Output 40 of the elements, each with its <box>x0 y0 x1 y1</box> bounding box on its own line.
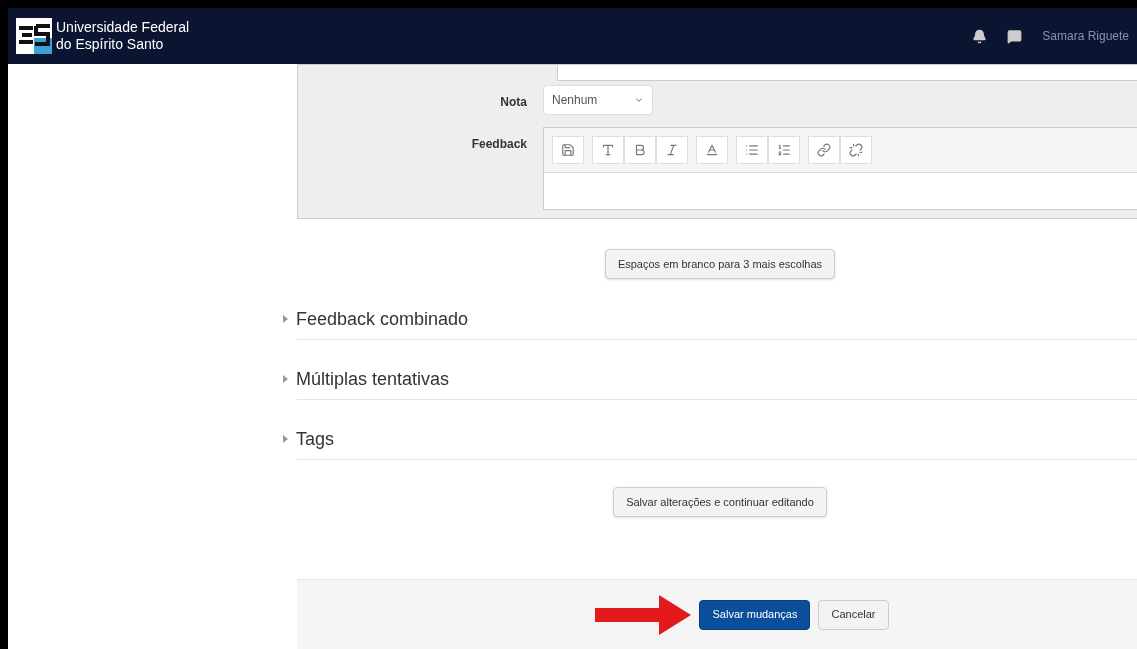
text-style-button[interactable] <box>592 136 624 164</box>
link-icon <box>817 143 831 157</box>
notification-bell-icon[interactable] <box>972 28 988 44</box>
italic-button[interactable] <box>656 136 688 164</box>
numbered-list-icon <box>777 143 791 157</box>
unlink-button[interactable] <box>840 136 872 164</box>
link-button[interactable] <box>808 136 840 164</box>
answer-field[interactable] <box>557 65 1137 81</box>
section-toggle[interactable]: Tags <box>283 419 1137 459</box>
grade-select[interactable]: Nenhum <box>543 85 653 115</box>
add-choices-button[interactable]: Espaços em branco para 3 mais escolhas <box>604 249 836 279</box>
logo-icon <box>16 18 52 54</box>
bullet-list-button[interactable] <box>736 136 768 164</box>
save-icon <box>561 143 575 157</box>
save-button[interactable]: Salvar mudanças <box>699 599 811 630</box>
numbered-list-button[interactable] <box>768 136 800 164</box>
cancel-button[interactable]: Cancelar <box>818 599 889 630</box>
university-logo[interactable]: Universidade Federal do Espírito Santo <box>16 18 206 54</box>
font-color-icon <box>705 143 719 157</box>
messages-icon[interactable] <box>1007 28 1023 44</box>
bold-icon <box>633 143 647 157</box>
save-continue-button[interactable]: Salvar alterações e continuar editando <box>613 487 827 517</box>
caret-right-icon <box>283 375 288 383</box>
bold-button[interactable] <box>624 136 656 164</box>
caret-right-icon <box>283 435 288 443</box>
arrow-icon <box>595 594 692 635</box>
logo-text: Universidade Federal do Espírito Santo <box>56 19 191 53</box>
dropdown-icon <box>634 95 644 105</box>
section-toggle[interactable]: Múltiplas tentativas <box>283 359 1137 399</box>
bullet-list-icon <box>745 143 759 157</box>
italic-icon <box>665 143 679 157</box>
caret-right-icon <box>283 315 288 323</box>
field-label: Feedback <box>470 136 528 153</box>
save-button[interactable] <box>552 136 584 164</box>
text-style-icon <box>601 143 615 157</box>
user-name[interactable]: Samara Riguete <box>1042 27 1129 45</box>
section-toggle[interactable]: Feedback combinado <box>283 299 1137 339</box>
unlink-icon <box>849 143 863 157</box>
field-label: Nota <box>499 94 528 111</box>
font-color-button[interactable] <box>696 136 728 164</box>
